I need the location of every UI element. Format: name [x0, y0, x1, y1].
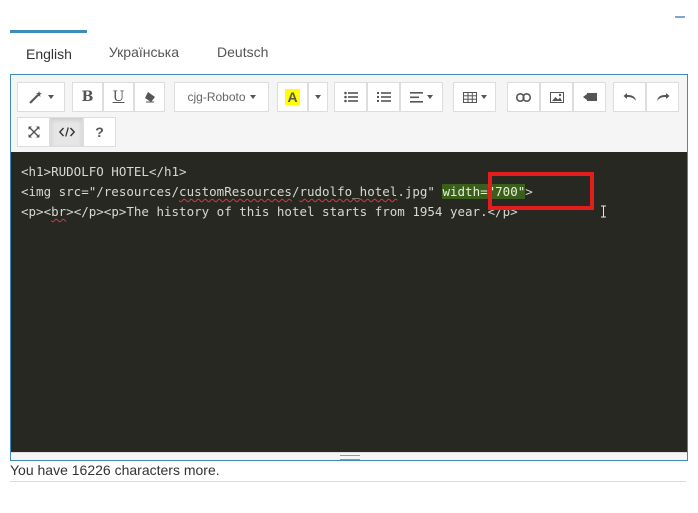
insert-image-button[interactable]	[540, 82, 573, 112]
chevron-down-icon	[315, 95, 321, 99]
tab-deutsch[interactable]: Deutsch	[201, 30, 290, 74]
code-fragment-misspelled: br	[51, 204, 67, 219]
ordered-list-button[interactable]	[367, 82, 400, 112]
code-view-button[interactable]	[50, 117, 83, 147]
code-fragment-misspelled: rudolfo_hotel	[299, 184, 398, 199]
editor-toolbar: B U cjg-Roboto A ?	[11, 75, 687, 152]
code-line-1: <h1>RUDOLFO HOTEL</h1>	[21, 164, 187, 179]
tab-english[interactable]: English	[10, 30, 87, 74]
underline-button[interactable]: U	[103, 82, 134, 112]
tab-ukrainian[interactable]: Українська	[87, 30, 201, 74]
image-icon	[549, 91, 564, 103]
paragraph-align-dropdown[interactable]	[400, 82, 443, 112]
code-fragment: <img src="/resources/	[21, 184, 180, 199]
insert-video-button[interactable]	[573, 82, 606, 112]
expand-arrows-icon	[28, 126, 40, 138]
text-color-label: A	[285, 89, 300, 105]
magic-style-button[interactable]	[17, 82, 65, 112]
code-fragment: <p><	[21, 204, 52, 219]
insert-link-button[interactable]	[507, 82, 540, 112]
fullscreen-button[interactable]	[17, 117, 50, 147]
align-left-icon	[410, 91, 423, 103]
text-cursor-icon	[600, 205, 607, 218]
unordered-list-button[interactable]	[334, 82, 367, 112]
magic-wand-icon	[28, 90, 44, 104]
redo-icon	[656, 92, 670, 102]
eraser-icon	[144, 91, 156, 103]
code-fragment-misspelled: customResources	[179, 184, 292, 199]
highlight-annotation-box	[488, 172, 594, 210]
divider	[10, 481, 686, 482]
undo-icon	[623, 92, 637, 102]
language-tabs: English Українська Deutsch	[10, 30, 290, 74]
rich-text-editor: B U cjg-Roboto A ? <h1>RUDOLFO HOTEL</h1…	[10, 74, 688, 461]
grip-icon	[340, 455, 360, 460]
help-button[interactable]: ?	[83, 117, 116, 147]
text-color-button[interactable]: A	[277, 82, 308, 112]
chevron-down-icon	[48, 95, 54, 99]
undo-button[interactable]	[613, 82, 646, 112]
table-icon	[462, 91, 477, 103]
code-editor[interactable]: <h1>RUDOLFO HOTEL</h1> <img src="/resour…	[11, 152, 687, 452]
code-icon	[58, 127, 75, 137]
color-dropdown-button[interactable]	[308, 82, 328, 112]
numbered-list-icon	[376, 91, 391, 103]
editor-resize-handle[interactable]	[11, 452, 687, 460]
chevron-down-icon	[249, 95, 256, 99]
character-counter: You have 16226 characters more.	[10, 462, 220, 478]
chevron-down-icon	[427, 95, 433, 99]
chevron-down-icon	[480, 95, 487, 99]
table-dropdown[interactable]	[453, 82, 496, 112]
bold-button[interactable]: B	[72, 82, 103, 112]
font-name-label: cjg-Roboto	[187, 90, 246, 104]
redo-button[interactable]	[646, 82, 679, 112]
font-name-dropdown[interactable]: cjg-Roboto	[174, 82, 269, 112]
link-icon	[516, 92, 531, 102]
bullet-list-icon	[343, 91, 358, 103]
minimize-icon[interactable]	[675, 16, 685, 18]
clear-format-button[interactable]	[134, 82, 165, 112]
code-fragment: .jpg"	[397, 184, 443, 199]
code-line-3: <p><br></p><p>The history of this hotel …	[21, 203, 518, 221]
code-fragment: ></p><p>The history of this hotel starts…	[66, 204, 518, 219]
code-line-2: <img src="/resources/customResources/rud…	[21, 183, 533, 201]
video-icon	[582, 92, 597, 102]
